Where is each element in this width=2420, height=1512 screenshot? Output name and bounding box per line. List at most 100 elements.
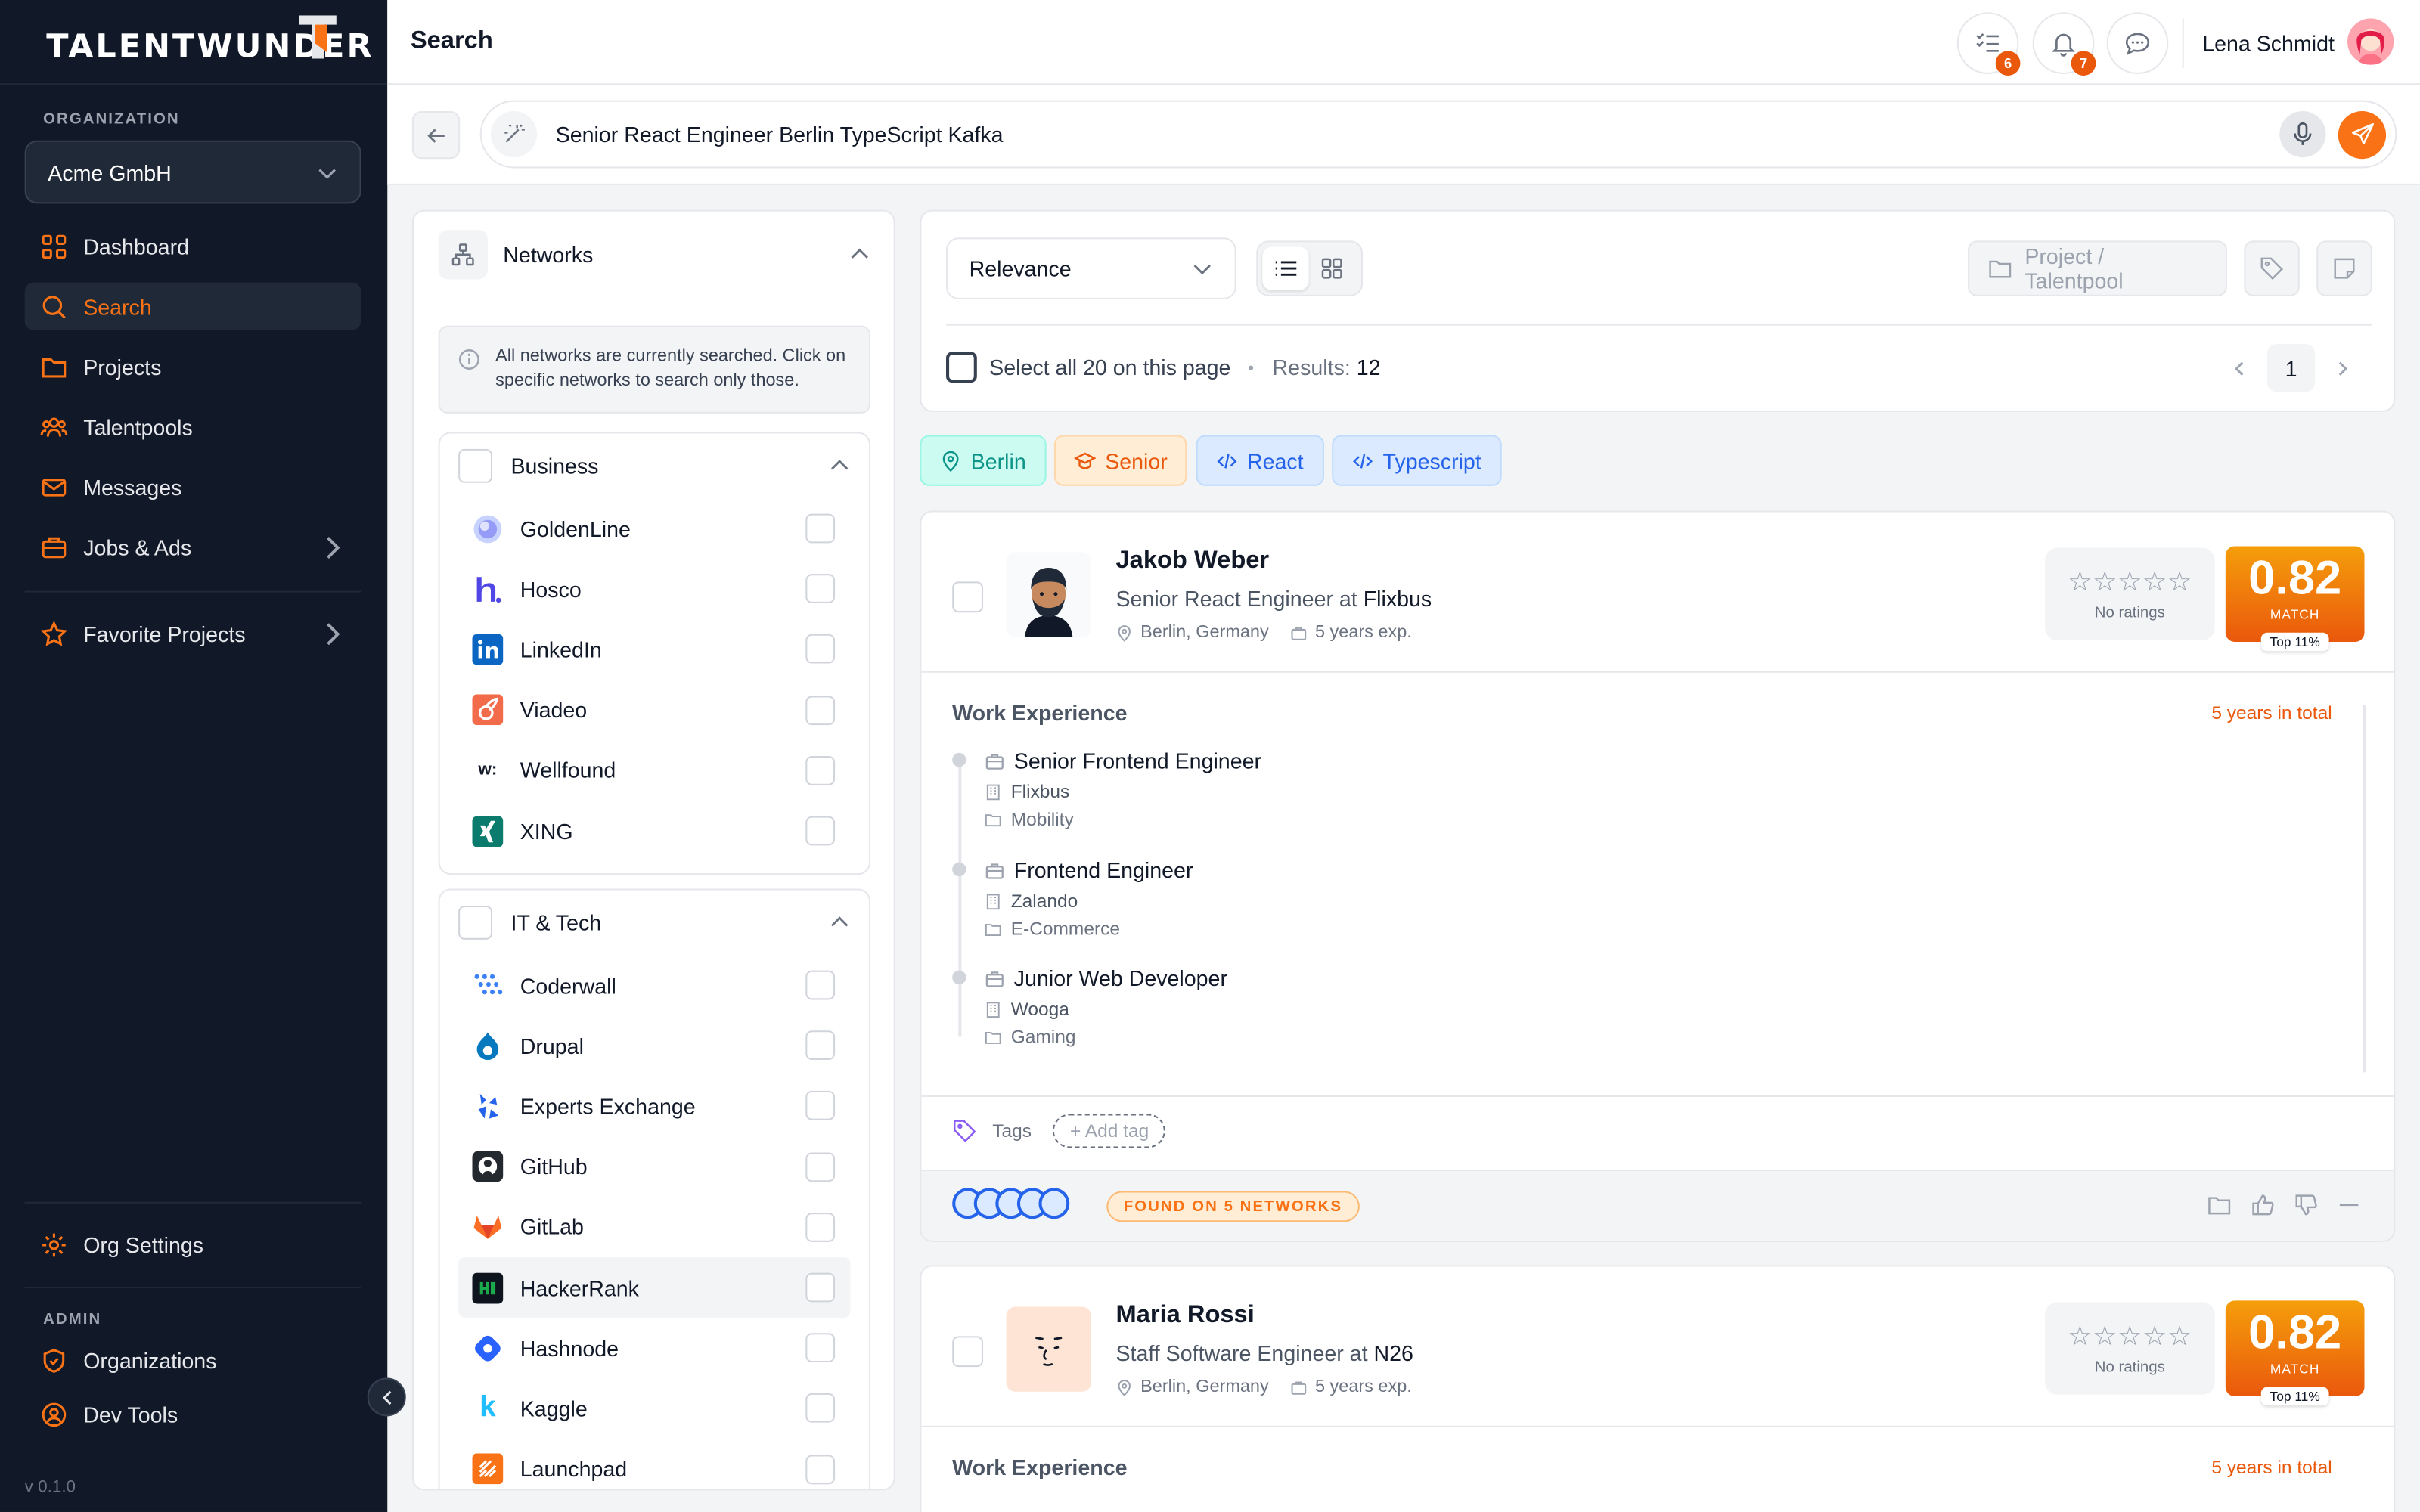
candidate-checkbox[interactable] [952, 581, 983, 613]
folder-icon[interactable] [2205, 1191, 2233, 1219]
next-page-button[interactable] [2324, 345, 2361, 391]
network-item-coderwall[interactable]: Coderwall [458, 955, 850, 1015]
minus-icon[interactable] [2335, 1191, 2363, 1219]
tasks-button[interactable]: 6 [1956, 12, 2021, 76]
group-checkbox[interactable] [458, 905, 493, 940]
nav-search[interactable]: Search [24, 282, 361, 330]
magic-wand-icon[interactable] [490, 110, 538, 158]
thumbs-up-icon[interactable] [2248, 1191, 2276, 1219]
sidebar-collapse-button[interactable] [367, 1377, 406, 1417]
network-label: XING [520, 818, 573, 844]
rating-box[interactable]: ☆☆☆☆☆ No ratings [2045, 547, 2215, 640]
nav-talentpools[interactable]: Talentpools [25, 403, 361, 451]
sort-select[interactable]: Relevance [946, 237, 1236, 299]
network-item-kaggle[interactable]: k Kaggle [458, 1378, 850, 1439]
network-item-hashnode[interactable]: Hashnode [458, 1318, 850, 1378]
candidate-avatar[interactable] [1006, 552, 1091, 637]
network-item-experts-exchange[interactable]: Experts Exchange [458, 1076, 850, 1136]
network-group-header[interactable]: Business [440, 433, 869, 498]
nav-messages[interactable]: Messages [25, 463, 361, 510]
search-icon [42, 295, 66, 318]
nav-jobs-ads[interactable]: Jobs & Ads [25, 523, 361, 571]
page-number[interactable]: 1 [2266, 344, 2316, 392]
group-checkbox[interactable] [458, 448, 493, 483]
user-avatar[interactable] [2347, 18, 2394, 65]
network-item-xing[interactable]: XING [458, 801, 850, 861]
network-item-linkedin[interactable]: LinkedIn [458, 619, 850, 680]
network-item-launchpad[interactable]: Launchpad [458, 1439, 850, 1489]
network-item-drupal[interactable]: Drupal [458, 1015, 850, 1076]
view-toggle [1256, 240, 1364, 296]
nav-label: Messages [83, 474, 182, 500]
sort-value: Relevance [969, 256, 1072, 281]
thumbs-down-icon[interactable] [2292, 1191, 2320, 1219]
nav-favorite-projects[interactable]: Favorite Projects [25, 609, 361, 657]
prev-page-button[interactable] [2221, 345, 2258, 391]
network-checkbox[interactable] [805, 513, 836, 544]
note-button[interactable] [2316, 240, 2372, 296]
candidate-name[interactable]: Jakob Weber [1115, 547, 1269, 575]
candidate-name[interactable]: Maria Rossi [1115, 1302, 1254, 1330]
network-item-hosco[interactable]: Hosco [458, 559, 850, 619]
network-item-gitlab[interactable]: GitLab [458, 1197, 850, 1257]
network-checkbox[interactable] [805, 1333, 836, 1363]
nav-dashboard[interactable]: Dashboard [25, 222, 361, 270]
network-checkbox[interactable] [805, 695, 836, 725]
select-all-checkbox[interactable] [946, 352, 977, 383]
timeline-dot [952, 752, 966, 767]
network-checkbox[interactable] [805, 1212, 836, 1242]
filter-chip-typescript[interactable]: Typescript [1332, 435, 1502, 486]
network-checkbox[interactable] [805, 816, 836, 846]
network-item-wellfound[interactable]: w: Wellfound [458, 740, 850, 801]
job-company-text: Flixbus [1010, 780, 1070, 803]
network-checkbox[interactable] [805, 1272, 836, 1303]
network-checkbox[interactable] [805, 1030, 836, 1061]
networks-header[interactable]: Networks [438, 230, 870, 280]
chat-button[interactable] [2106, 12, 2169, 74]
search-input[interactable] [555, 122, 2280, 147]
network-checkbox[interactable] [805, 634, 836, 665]
results-number: 12 [1356, 355, 1381, 380]
kaggle-icon: k [479, 1391, 496, 1424]
network-checkbox[interactable] [805, 970, 836, 1000]
candidate-avatar[interactable] [1006, 1306, 1091, 1392]
org-select[interactable]: Acme GmbH [24, 140, 361, 204]
nav-label: Favorite Projects [83, 621, 246, 646]
rating-box[interactable]: ☆☆☆☆☆ No ratings [2045, 1302, 2215, 1395]
network-checkbox[interactable] [805, 1393, 836, 1424]
top-bar: Search 6 7 Lena Schmidt [387, 0, 2420, 85]
nav-projects[interactable]: Projects [25, 342, 361, 390]
filter-chip-react[interactable]: React [1196, 435, 1324, 486]
send-search-button[interactable] [2338, 110, 2387, 159]
network-checkbox[interactable] [805, 574, 836, 604]
network-checkbox[interactable] [805, 1091, 836, 1121]
networks-info-text: All networks are currently searched. Cli… [495, 347, 846, 391]
microphone-button[interactable] [2279, 110, 2326, 158]
network-avatars[interactable] [952, 1188, 1070, 1219]
notifications-button[interactable]: 7 [2032, 12, 2096, 76]
job-industry-text: Mobility [1010, 808, 1074, 830]
nav-dev-tools[interactable]: Dev Tools [25, 1390, 361, 1438]
network-item-hackerrank[interactable]: HackerRank [458, 1257, 851, 1318]
candidate-checkbox[interactable] [952, 1336, 983, 1368]
network-item-viadeo[interactable]: Viadeo [458, 680, 850, 740]
nav-organizations[interactable]: Organizations [25, 1336, 361, 1383]
network-checkbox[interactable] [805, 1454, 836, 1484]
grid-view-button[interactable] [1309, 247, 1355, 290]
add-tag-button[interactable]: + Add tag [1053, 1114, 1166, 1148]
filter-chip-senior[interactable]: Senior [1053, 435, 1188, 486]
network-checkbox[interactable] [805, 1151, 836, 1182]
filter-chip-berlin[interactable]: Berlin [920, 435, 1047, 486]
network-group-header[interactable]: IT & Tech [440, 891, 869, 956]
scrollbar[interactable] [2363, 705, 2366, 1073]
list-view-button[interactable] [1262, 246, 1309, 290]
network-item-github[interactable]: GitHub [458, 1136, 850, 1197]
nav-org-settings[interactable]: Org Settings [25, 1220, 361, 1268]
user-name[interactable]: Lena Schmidt [2202, 31, 2335, 56]
add-to-project-button[interactable]: Project / Talentpool [1968, 240, 2227, 296]
network-label: Viadeo [520, 697, 588, 723]
network-item-goldenline[interactable]: GoldenLine [458, 498, 850, 559]
back-button[interactable] [411, 110, 461, 160]
network-checkbox[interactable] [805, 755, 836, 785]
tag-button[interactable] [2244, 240, 2300, 296]
